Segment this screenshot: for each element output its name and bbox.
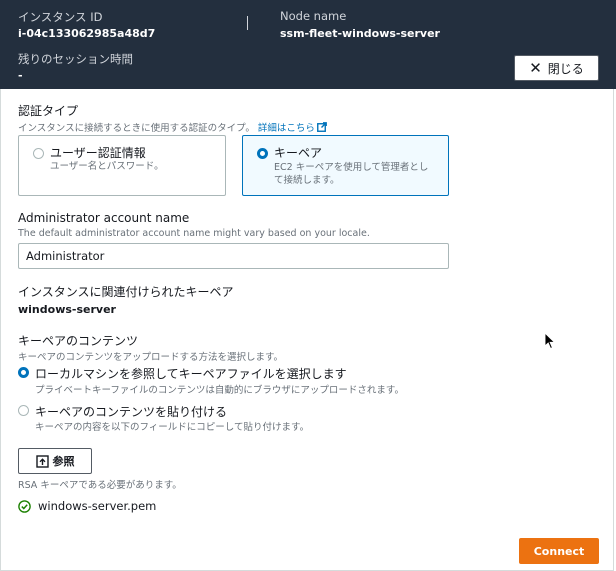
auth-type-description: インスタンスに接続するときに使用する認証のタイプ。 詳細はこちら	[18, 120, 327, 134]
learn-more-link[interactable]: 詳細はこちら	[257, 122, 327, 134]
associated-key-pair-value: windows-server	[18, 303, 116, 316]
mouse-cursor-icon	[544, 332, 556, 350]
admin-account-description: The default administrator account name m…	[18, 228, 370, 239]
browse-hint: RSA キーペアである必要があります。	[18, 480, 182, 491]
key-pair-desc-line2: て接続します。	[274, 175, 340, 186]
auth-type-title: 認証タイプ	[18, 104, 79, 118]
session-time-value: -	[18, 69, 23, 82]
user-credentials-title: ユーザー認証情報	[50, 146, 146, 160]
instance-id-label: インスタンス ID	[18, 10, 103, 24]
radio-paste-content[interactable]	[18, 405, 29, 416]
admin-account-input[interactable]: Administrator	[18, 243, 449, 269]
key-pair-content-description: キーペアのコンテンツをアップロードする方法を選択します。	[18, 352, 284, 363]
learn-more-label: 詳細はこちら	[257, 123, 315, 134]
radio-user-credentials[interactable]	[33, 148, 44, 159]
associated-key-pair-label: インスタンスに関連付けられたキーペア	[18, 285, 234, 299]
session-time-label: 残りのセッション時間	[18, 52, 133, 66]
radio-key-pair[interactable]	[257, 148, 268, 159]
connect-button[interactable]: Connect	[519, 538, 599, 564]
selected-file-name: windows-server.pem	[38, 499, 157, 513]
paste-content-title[interactable]: キーペアのコンテンツを貼り付ける	[35, 403, 227, 420]
external-link-icon	[316, 122, 327, 132]
close-button-label: 閉じる	[547, 61, 584, 76]
success-check-icon	[18, 499, 31, 513]
key-pair-desc-line1: EC2 キーペアを使用して管理者とし	[274, 162, 429, 173]
close-icon: ✕	[529, 58, 542, 77]
key-pair-content-title: キーペアのコンテンツ	[18, 334, 139, 348]
selected-file: windows-server.pem	[18, 499, 156, 513]
admin-account-value: Administrator	[26, 249, 105, 263]
browse-local-title[interactable]: ローカルマシンを参照してキーペアファイルを選択します	[35, 365, 347, 382]
paste-content-desc: キーペアの内容を以下のフィールドにコピーして貼り付けます。	[35, 422, 310, 433]
key-pair-title: キーペア	[274, 146, 323, 160]
browse-button-label: 参照	[52, 455, 75, 468]
header-divider	[247, 16, 248, 30]
radio-browse-local[interactable]	[18, 367, 29, 378]
user-credentials-desc: ユーザー名とパスワード。	[50, 161, 164, 172]
browse-button[interactable]: 参照	[18, 448, 92, 474]
node-name-value: ssm-fleet-windows-server	[280, 27, 440, 40]
browse-local-desc: プライベートキーファイルのコンテンツは自動的にブラウザにアップロードされます。	[35, 385, 404, 396]
auth-option-user-credentials[interactable]: ユーザー認証情報 ユーザー名とパスワード。	[18, 135, 226, 196]
auth-option-key-pair[interactable]: キーペア EC2 キーペアを使用して管理者とし て接続します。	[242, 135, 449, 196]
session-header: インスタンス ID i-04c133062985a48d7 Node name …	[0, 0, 616, 89]
close-button[interactable]: ✕ 閉じる	[514, 55, 599, 81]
auth-type-description-text: インスタンスに接続するときに使用する認証のタイプ。	[18, 123, 255, 134]
upload-icon	[35, 454, 49, 468]
connect-button-label: Connect	[533, 544, 585, 558]
node-name-label: Node name	[280, 9, 347, 23]
instance-id-value: i-04c133062985a48d7	[18, 27, 156, 40]
admin-account-label: Administrator account name	[18, 211, 190, 225]
